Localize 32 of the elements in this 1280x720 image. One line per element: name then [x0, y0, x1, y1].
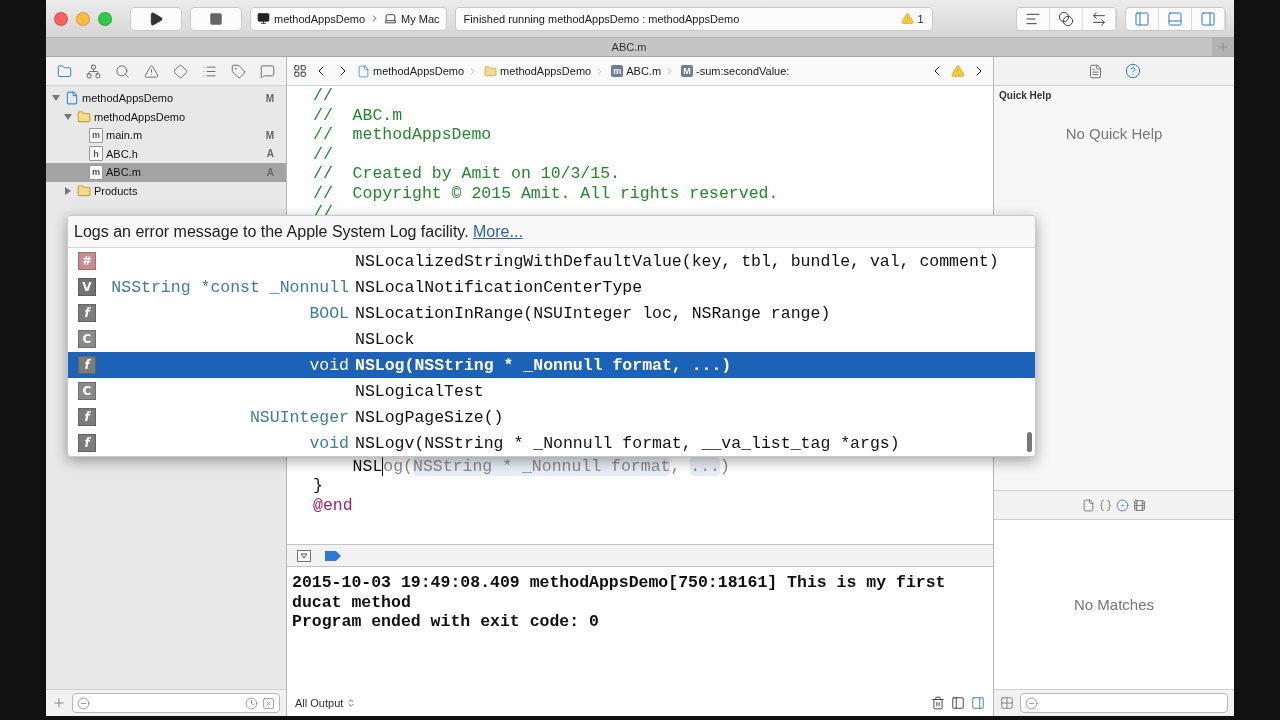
symbol-kind-icon: f — [78, 408, 96, 426]
status-letter: A — [266, 148, 274, 160]
code-line: // ABC.m — [313, 105, 404, 125]
file-icon: m — [611, 65, 624, 77]
empty-message: No Quick Help — [1064, 124, 1164, 142]
empty-message: No Matches — [1073, 596, 1154, 613]
symbol-kind-icon: # — [78, 252, 96, 270]
code-line: } — [313, 476, 324, 496]
symbol-kind-icon: f — [78, 304, 96, 322]
code-line: // Copyright © 2015 Amit. All rights reserved. — [313, 183, 780, 203]
status-text: Finished running methodAppsDemo : methodAppsDemo — [463, 12, 740, 25]
status-letter: A — [266, 166, 274, 178]
code-line: // — [313, 144, 334, 164]
symbol-kind-icon: f — [78, 434, 96, 452]
code-line: // methodAppsDemo — [313, 125, 493, 145]
code-line: // — [313, 86, 334, 106]
status-letter: M — [265, 92, 274, 104]
symbol-kind-icon: f — [78, 356, 96, 374]
file-icon: m — [89, 164, 103, 180]
file-icon: h — [89, 146, 103, 162]
console-output: 2015-10-03 19:49:08.409 methodAppsDemo[750:18161] This is my first ducat method — [292, 573, 947, 612]
console-output: Program ended with exit code: 0 — [292, 612, 600, 632]
quick-help-title: Quick Help — [998, 89, 1053, 103]
code-line: @end — [313, 495, 354, 515]
file-icon: M — [681, 65, 694, 77]
code-line: // Created by Amit on 10/3/15. — [313, 164, 621, 184]
status-letter: M — [265, 129, 274, 141]
symbol-kind-icon: V — [78, 278, 96, 296]
symbol-kind-icon: C — [78, 382, 96, 400]
symbol-kind-icon: C — [78, 330, 96, 348]
completion-description: Logs an error message to the Apple System Log facility. More... — [74, 222, 523, 241]
file-icon: m — [89, 127, 103, 143]
